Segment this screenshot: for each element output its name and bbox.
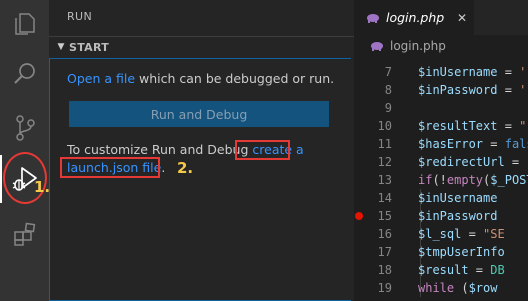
code-text: while ($row <box>418 281 498 295</box>
code-text: $result = DB <box>418 263 505 277</box>
start-section-header[interactable]: ▼ START <box>49 36 354 57</box>
code-line[interactable]: 16 $l_sql = "SE <box>354 225 528 243</box>
php-elephant-icon <box>371 42 383 51</box>
line-number: 8 <box>384 83 392 97</box>
section-label: START <box>69 40 110 54</box>
code-line[interactable]: 14 $inUsername <box>354 189 528 207</box>
line-number: 19 <box>377 281 392 295</box>
code-line[interactable]: 13 if(!empty($_POST <box>354 171 528 189</box>
line-number: 17 <box>377 245 392 259</box>
chevron-down-icon: ▼ <box>57 42 65 52</box>
code-line[interactable]: 9 <box>354 99 528 117</box>
code-line[interactable]: 18 $result = DB <box>354 261 528 279</box>
breadcrumb: login.php <box>354 35 528 57</box>
code-text: $redirectUrl = ' <box>418 155 528 169</box>
line-number: 13 <box>377 173 392 187</box>
code-line[interactable]: 8 $inPassword = ' <box>354 81 528 99</box>
code-line[interactable]: 12 $redirectUrl = ' <box>354 153 528 171</box>
customize-prefix: To customize Run and Debug <box>67 142 253 157</box>
search-icon[interactable] <box>0 50 49 98</box>
activity-bar <box>0 0 49 301</box>
code-text: $inUsername = ' <box>418 65 527 79</box>
code-line[interactable]: 15 $inPassword <box>354 207 528 225</box>
section-focus-outline <box>49 58 351 301</box>
breadcrumb-filename[interactable]: login.php <box>390 39 446 53</box>
line-number: 11 <box>377 137 392 151</box>
code-line[interactable]: 17 $tmpUserInfo <box>354 243 528 261</box>
close-icon[interactable]: ✕ <box>457 11 467 25</box>
line-number: 12 <box>377 155 392 169</box>
annotation-box-link-2 <box>60 157 160 178</box>
line-number: 10 <box>377 119 392 133</box>
code-text: $inPassword = ' <box>418 83 527 97</box>
line-number: 16 <box>377 227 392 241</box>
line-number: 9 <box>384 101 392 115</box>
code-text: $tmpUserInfo <box>418 245 505 259</box>
code-text: $inPassword <box>418 209 498 223</box>
sidebar-title: RUN <box>67 10 93 23</box>
line-number: 14 <box>377 191 392 205</box>
run-and-debug-button[interactable]: Run and Debug <box>69 101 329 127</box>
open-file-rest: which can be debugged or run. <box>135 71 335 86</box>
annotation-box-link-1 <box>235 140 290 160</box>
open-file-text: Open a file which can be debugged or run… <box>67 71 334 86</box>
line-number: 7 <box>384 65 392 79</box>
code-line[interactable]: 10 $resultText = " <box>354 117 528 135</box>
explorer-icon[interactable] <box>0 0 49 48</box>
open-file-link[interactable]: Open a file <box>67 71 135 86</box>
code-text: if(!empty($_POST <box>418 173 528 187</box>
customize-suffix: . <box>161 160 166 175</box>
code-text: $hasError = fals <box>418 137 528 151</box>
line-number: 15 <box>377 209 392 223</box>
annotation-step-2: 2. <box>177 159 194 177</box>
code-text: $resultText = " <box>418 119 527 133</box>
code-line[interactable]: 19 while ($row <box>354 279 528 297</box>
tab-login-php[interactable]: login.php ✕ <box>354 0 474 35</box>
run-sidebar: RUN ▼ START Open a file which can be deb… <box>49 0 354 301</box>
code-text: $inUsername <box>418 191 498 205</box>
extensions-icon[interactable] <box>0 210 49 258</box>
tab-filename: login.php <box>386 10 445 25</box>
code-line[interactable]: 11 $hasError = fals <box>354 135 528 153</box>
source-control-icon[interactable] <box>0 104 49 152</box>
code-editor[interactable]: 7 $inUsername = ' 8 $inPassword = ' 9 10 $resu… <box>354 57 528 301</box>
code-line[interactable]: 7 $inUsername = ' <box>354 63 528 81</box>
php-elephant-icon <box>367 13 379 23</box>
annotation-step-1: 1. <box>34 178 51 196</box>
code-text: $l_sql = "SE <box>418 227 505 241</box>
active-indicator <box>0 155 2 203</box>
editor-tab-bar: login.php ✕ <box>354 0 528 35</box>
line-number: 18 <box>377 263 392 277</box>
